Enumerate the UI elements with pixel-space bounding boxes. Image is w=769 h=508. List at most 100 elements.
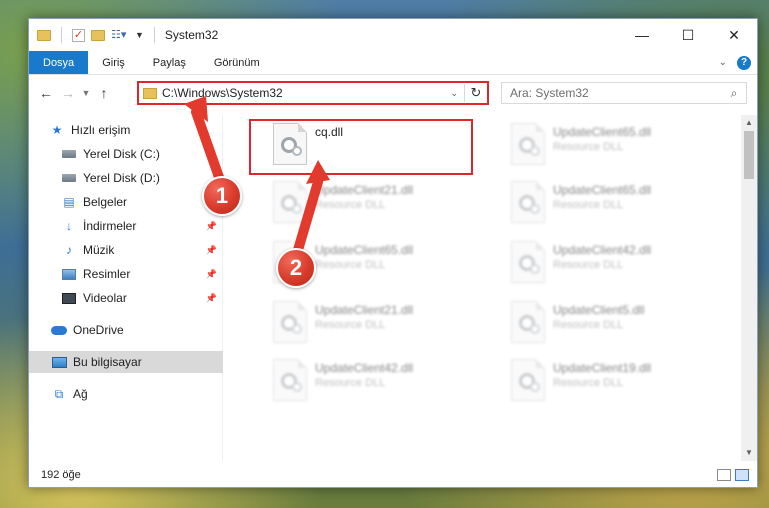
- customize-toolbar-icon[interactable]: ☷▾: [111, 29, 129, 41]
- sidebar-item-local-disk-c[interactable]: Yerel Disk (C:): [29, 143, 223, 165]
- sidebar-item-label: Bu bilgisayar: [73, 355, 142, 369]
- address-path[interactable]: C:\Windows\System32: [162, 86, 444, 100]
- pin-icon[interactable]: 📌: [206, 293, 217, 304]
- file-list: cq.dll UpdateClient65.dll Resource DLL Up…: [225, 115, 741, 461]
- dll-file-icon: [511, 181, 545, 223]
- navigation-pane: ★ Hızlı erişim Yerel Disk (C:) Yerel Dis…: [29, 115, 223, 461]
- sidebar-item-label: Ağ: [73, 387, 88, 401]
- sidebar-item-label: İndirmeler: [83, 219, 137, 233]
- list-item[interactable]: UpdateClient65.dll Resource DLL: [487, 119, 707, 169]
- properties-check-icon[interactable]: ✓: [72, 28, 85, 42]
- pin-icon[interactable]: 📌: [206, 221, 217, 232]
- list-item[interactable]: UpdateClient19.dll Resource DLL: [487, 355, 707, 405]
- search-input[interactable]: Ara: System32 ⌕: [501, 82, 747, 104]
- close-button[interactable]: ✕: [711, 19, 757, 51]
- sidebar-item-label: Yerel Disk (C:): [83, 147, 160, 161]
- file-type: Resource DLL: [315, 377, 386, 389]
- large-icons-view-icon[interactable]: [735, 469, 749, 481]
- sidebar-item-local-disk-d[interactable]: Yerel Disk (D:): [29, 167, 223, 189]
- divider: [61, 27, 62, 43]
- divider: [153, 27, 155, 43]
- folder-icon: [143, 87, 157, 99]
- dll-file-icon: [273, 301, 307, 343]
- list-item[interactable]: UpdateClient5.dll Resource DLL: [487, 297, 707, 347]
- drive-icon: [61, 171, 77, 185]
- download-icon: ↓: [66, 219, 72, 233]
- sidebar-item-videos[interactable]: Videolar 📌: [29, 287, 223, 309]
- file-type: Resource DLL: [553, 319, 624, 331]
- file-name: UpdateClient21.dll: [315, 303, 414, 317]
- recent-locations-icon[interactable]: ▼: [79, 88, 93, 98]
- video-icon: [61, 291, 77, 305]
- sidebar-item-label: Belgeler: [83, 195, 128, 209]
- refresh-icon[interactable]: ↻: [465, 85, 487, 101]
- view-toggle: [717, 469, 749, 481]
- address-row: ← → ▼ ↑ C:\Windows\System32 ⌄ ↻ Ara: Sys…: [29, 77, 757, 109]
- sidebar-item-label: Hızlı erişim: [71, 123, 131, 137]
- music-icon: ♪: [66, 243, 72, 257]
- dll-file-icon: [273, 359, 307, 401]
- sidebar-item-label: Yerel Disk (D:): [83, 171, 160, 185]
- new-folder-icon[interactable]: [91, 29, 105, 41]
- list-item[interactable]: UpdateClient42.dll Resource DLL: [487, 237, 707, 287]
- chevron-down-icon[interactable]: ⌄: [444, 84, 465, 102]
- file-name: UpdateClient21.dll: [315, 183, 414, 197]
- minimize-button[interactable]: —: [619, 19, 665, 51]
- list-item[interactable]: UpdateClient65.dll Resource DLL: [487, 177, 707, 227]
- file-type: Resource DLL: [553, 199, 624, 211]
- sidebar-item-label: OneDrive: [73, 323, 124, 337]
- list-item[interactable]: UpdateClient21.dll Resource DLL: [249, 177, 469, 227]
- sidebar-item-onedrive[interactable]: OneDrive: [29, 319, 223, 341]
- expand-ribbon-icon[interactable]: ⌄: [719, 57, 727, 68]
- sidebar-item-network[interactable]: ⧉ Ağ: [29, 383, 223, 405]
- file-item-cq-dll[interactable]: cq.dll: [249, 119, 469, 169]
- file-type: Resource DLL: [315, 259, 386, 271]
- pin-icon[interactable]: 📌: [206, 269, 217, 280]
- file-name: UpdateClient65.dll: [553, 183, 652, 197]
- step-marker-1: 1: [202, 176, 242, 216]
- tab-view[interactable]: Görünüm: [200, 51, 274, 74]
- address-bar[interactable]: C:\Windows\System32 ⌄ ↻: [137, 81, 489, 105]
- sidebar-item-downloads[interactable]: ↓ İndirmeler 📌: [29, 215, 223, 237]
- file-name: UpdateClient65.dll: [315, 243, 414, 257]
- tab-home[interactable]: Giriş: [88, 51, 139, 74]
- forward-arrow-icon[interactable]: →: [57, 85, 79, 101]
- chevron-down-icon[interactable]: ▼: [135, 30, 144, 40]
- file-type: Resource DLL: [315, 199, 386, 211]
- file-name: UpdateClient42.dll: [553, 243, 652, 257]
- scrollbar-thumb[interactable]: [744, 131, 754, 179]
- status-bar: 192 öğe: [29, 463, 757, 487]
- back-arrow-icon[interactable]: ←: [35, 85, 57, 101]
- help-icon[interactable]: ?: [737, 55, 751, 70]
- tab-file[interactable]: Dosya: [29, 51, 89, 74]
- sidebar-item-music[interactable]: ♪ Müzik 📌: [29, 239, 223, 261]
- sidebar-item-pictures[interactable]: Resimler 📌: [29, 263, 223, 285]
- list-item[interactable]: UpdateClient21.dll Resource DLL: [249, 297, 469, 347]
- file-name: UpdateClient65.dll: [553, 125, 652, 139]
- dll-file-icon: [511, 359, 545, 401]
- pin-icon[interactable]: 📌: [206, 245, 217, 256]
- sidebar-item-this-pc[interactable]: Bu bilgisayar: [29, 351, 223, 373]
- pictures-icon: [61, 267, 77, 281]
- vertical-scrollbar[interactable]: ▲ ▼: [741, 115, 757, 461]
- file-name: UpdateClient5.dll: [553, 303, 645, 317]
- document-icon: ▤: [63, 195, 75, 209]
- scroll-up-icon[interactable]: ▲: [741, 115, 757, 131]
- drive-icon: [61, 147, 77, 161]
- tab-share[interactable]: Paylaş: [139, 51, 200, 74]
- file-name: UpdateClient42.dll: [315, 361, 414, 375]
- details-view-icon[interactable]: [717, 469, 731, 481]
- sidebar-item-label: Müzik: [83, 243, 115, 257]
- dll-file-icon: [511, 301, 545, 343]
- folder-icon: [37, 29, 51, 41]
- network-icon: ⧉: [54, 386, 64, 401]
- scroll-down-icon[interactable]: ▼: [741, 445, 757, 461]
- list-item[interactable]: UpdateClient42.dll Resource DLL: [249, 355, 469, 405]
- dll-file-icon: [273, 181, 307, 223]
- sidebar-item-quick-access[interactable]: ★ Hızlı erişim: [29, 119, 223, 141]
- search-icon[interactable]: ⌕: [722, 86, 746, 101]
- up-arrow-icon[interactable]: ↑: [93, 85, 115, 101]
- maximize-button[interactable]: ☐: [665, 19, 711, 51]
- title-bar: ✓ ☷▾ ▼ System32 — ☐ ✕: [29, 19, 757, 51]
- sidebar-item-documents[interactable]: ▤ Belgeler: [29, 191, 223, 213]
